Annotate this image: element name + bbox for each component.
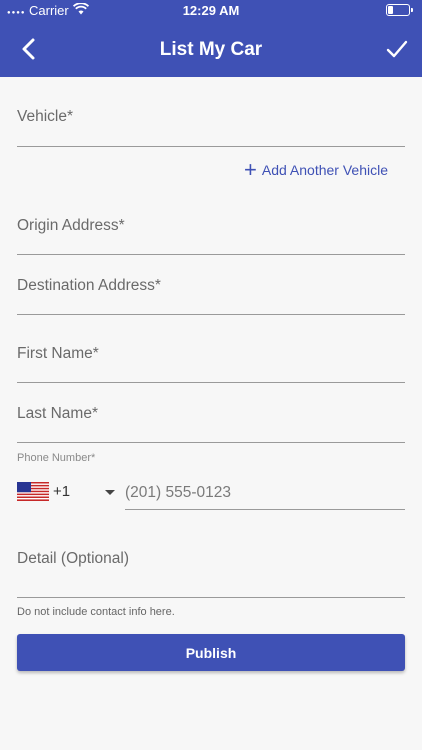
country-code[interactable]: +1 (53, 483, 70, 500)
publish-button[interactable]: Publish (17, 634, 405, 671)
last-name-field[interactable]: Last Name* (17, 393, 405, 443)
page-title: List My Car (159, 39, 263, 60)
last-name-label: Last Name* (17, 405, 98, 422)
destination-address-label: Destination Address* (17, 277, 161, 294)
checkmark-icon[interactable] (386, 38, 408, 60)
destination-address-field[interactable]: Destination Address* (17, 265, 405, 315)
detail-helper-text: Do not include contact info here. (17, 606, 175, 618)
status-time: 12:29 AM (182, 3, 240, 18)
vehicle-label: Vehicle* (17, 108, 74, 125)
add-vehicle-button[interactable]: + Add Another Vehicle (244, 157, 388, 182)
origin-address-field[interactable]: Origin Address* (17, 205, 405, 255)
caret-down-icon[interactable] (105, 490, 115, 495)
first-name-field[interactable]: First Name* (17, 333, 405, 383)
plus-icon: + (244, 157, 257, 182)
battery-icon (386, 4, 413, 16)
origin-address-label: Origin Address* (17, 217, 125, 234)
detail-field[interactable]: Detail (Optional) (17, 535, 405, 598)
first-name-label: First Name* (17, 345, 99, 362)
add-vehicle-label: Add Another Vehicle (261, 162, 388, 178)
us-flag-icon[interactable] (17, 482, 49, 501)
app-header: ●●●● Carrier 12:29 AM List My Car (0, 0, 422, 77)
phone-number-label: Phone Number* (17, 452, 96, 464)
status-bar: ●●●● Carrier 12:29 AM (0, 0, 422, 22)
vehicle-field[interactable]: Vehicle* (17, 96, 405, 147)
detail-label: Detail (Optional) (17, 550, 129, 567)
phone-number-input[interactable] (125, 470, 405, 510)
